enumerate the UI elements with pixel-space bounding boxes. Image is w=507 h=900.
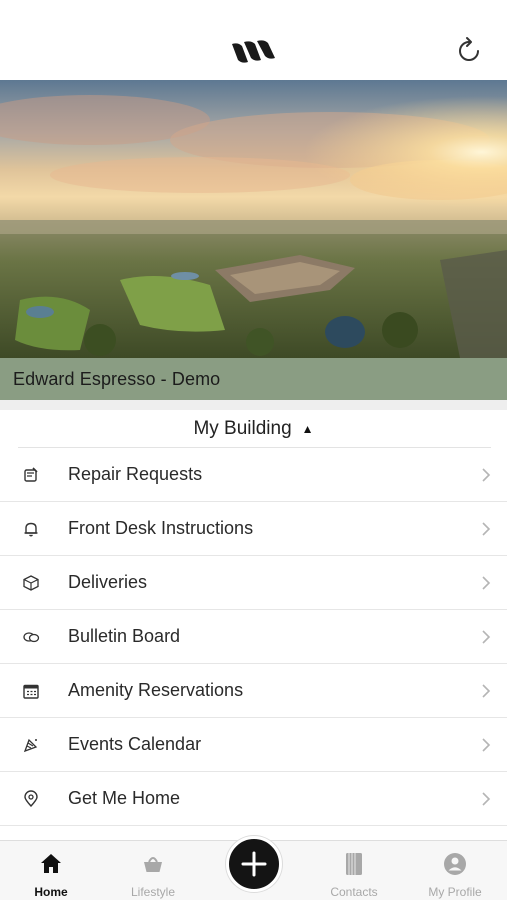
nav-home[interactable]: Home	[1, 841, 101, 900]
caret-up-icon: ▲	[301, 422, 314, 436]
basket-icon	[144, 857, 162, 872]
menu-item-front-desk-instructions[interactable]: Front Desk Instructions	[0, 502, 507, 556]
section-title: My Building	[193, 418, 292, 439]
chevron-right-icon	[482, 630, 491, 644]
menu-item-deliveries[interactable]: Deliveries	[0, 556, 507, 610]
home-icon	[41, 854, 61, 873]
repair-icon	[24, 467, 38, 482]
address-book-icon	[346, 853, 362, 875]
package-icon	[23, 575, 39, 591]
nav-label: Contacts	[330, 885, 378, 899]
hero-image	[0, 80, 507, 358]
menu-item-label: Deliveries	[68, 572, 148, 592]
refresh-icon[interactable]	[454, 36, 484, 66]
app-header	[0, 0, 507, 80]
chevron-right-icon	[482, 522, 491, 536]
building-menu: Repair Requests Front Desk Instructions …	[0, 448, 507, 826]
menu-item-label: Events Calendar	[68, 734, 202, 754]
chevron-right-icon	[482, 468, 491, 482]
divider-strip	[0, 400, 507, 410]
nav-label: Lifestyle	[130, 885, 176, 899]
menu-item-label: Bulletin Board	[68, 626, 181, 646]
add-button[interactable]	[226, 836, 282, 892]
building-name: Edward Espresso - Demo	[13, 368, 221, 389]
my-building-toggle[interactable]: My Building ▲	[0, 410, 507, 448]
bell-icon	[24, 522, 38, 537]
menu-item-bulletin-board[interactable]: Bulletin Board	[0, 610, 507, 664]
plus-icon	[241, 851, 267, 877]
menu-item-label: Amenity Reservations	[68, 680, 244, 700]
menu-item-get-me-home[interactable]: Get Me Home	[0, 772, 507, 826]
chevron-right-icon	[482, 792, 491, 806]
menu-item-label: Repair Requests	[68, 464, 203, 484]
party-icon	[23, 738, 38, 753]
chat-bubbles-icon	[23, 632, 40, 643]
calendar-icon	[23, 684, 39, 699]
location-pin-icon	[24, 790, 38, 808]
brand-logo-icon	[232, 40, 275, 63]
nav-label: Home	[34, 885, 68, 899]
menu-item-label: Front Desk Instructions	[68, 518, 254, 538]
chevron-right-icon	[482, 684, 491, 698]
menu-item-repair-requests[interactable]: Repair Requests	[0, 448, 507, 502]
nav-contacts[interactable]: Contacts	[304, 841, 404, 900]
menu-item-label: Get Me Home	[68, 788, 181, 808]
nav-lifestyle[interactable]: Lifestyle	[103, 841, 203, 900]
nav-label: My Profile	[428, 885, 482, 899]
menu-item-events-calendar[interactable]: Events Calendar	[0, 718, 507, 772]
menu-item-amenity-reservations[interactable]: Amenity Reservations	[0, 664, 507, 718]
building-name-banner: Edward Espresso - Demo	[0, 358, 507, 400]
chevron-right-icon	[482, 738, 491, 752]
nav-my-profile[interactable]: My Profile	[405, 841, 505, 900]
chevron-right-icon	[482, 576, 491, 590]
profile-icon	[444, 853, 466, 875]
